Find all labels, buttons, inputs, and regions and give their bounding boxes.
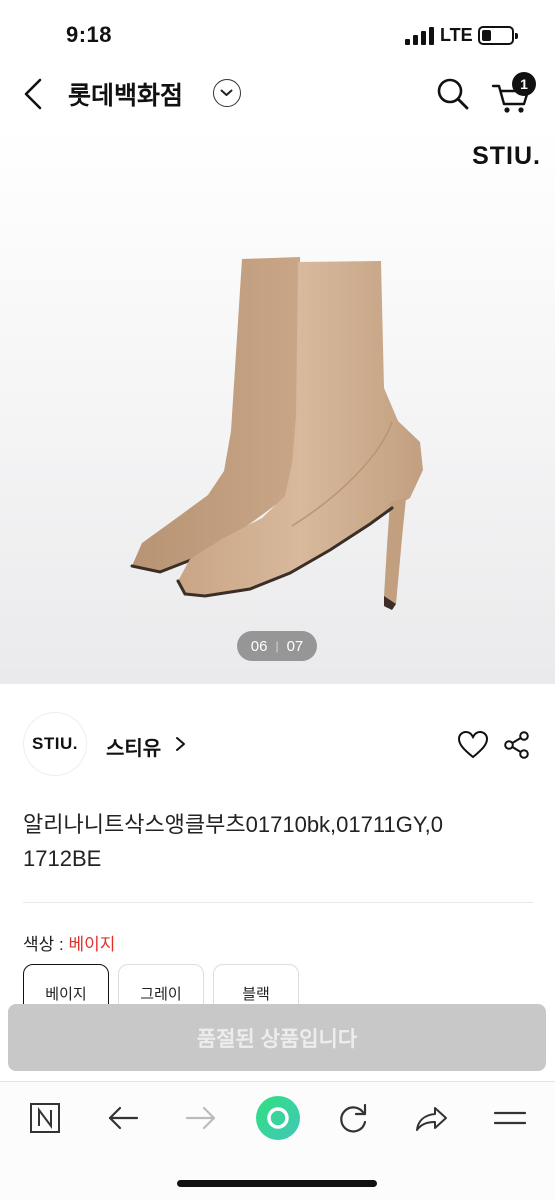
share-icon	[504, 731, 529, 759]
chevron-left-icon	[24, 78, 42, 110]
divider	[23, 902, 533, 903]
like-button[interactable]	[456, 729, 490, 761]
n-icon	[30, 1103, 60, 1133]
soldout-button[interactable]: 품절된 상품입니다	[8, 1004, 546, 1071]
arrow-left-icon	[108, 1106, 139, 1130]
n-button[interactable]	[23, 1096, 67, 1140]
store-dropdown-button[interactable]	[213, 79, 241, 107]
menu-button[interactable]	[488, 1096, 532, 1140]
refresh-button[interactable]	[331, 1096, 375, 1140]
product-title: 알리나니트삭스앵클부츠01710bk,01711GY,01712BE	[23, 812, 444, 871]
option-label-text: 색상 :	[23, 935, 69, 954]
back-button[interactable]	[18, 74, 50, 114]
share-button[interactable]	[503, 730, 531, 760]
heart-icon	[457, 730, 489, 759]
store-title[interactable]: 롯데백화점	[68, 76, 183, 112]
forward-nav-button[interactable]	[179, 1096, 223, 1140]
image-pager: 06 | 07	[237, 631, 317, 661]
brand-logo[interactable]: STIU.	[23, 712, 87, 776]
status-time: 9:18	[66, 22, 113, 47]
option-selected-value: 베이지	[68, 935, 116, 954]
battery-icon	[478, 26, 518, 45]
refresh-icon	[340, 1103, 367, 1133]
status-bar: 9:18 LTE	[0, 0, 555, 66]
search-icon	[437, 78, 469, 110]
signal-icon	[405, 27, 435, 45]
chevron-right-icon[interactable]	[174, 734, 188, 754]
pager-current: 06	[250, 637, 268, 655]
share-arrow-icon	[416, 1107, 447, 1131]
cart-button[interactable]: 1	[490, 72, 536, 116]
share-page-button[interactable]	[409, 1096, 453, 1140]
brand-name-link[interactable]: 스티유	[106, 732, 161, 761]
nav-bar: 롯데백화점 1	[0, 66, 555, 124]
hero-brand-mark: STIU.	[472, 142, 541, 170]
arrow-right-icon	[185, 1106, 216, 1130]
product-boots-image	[130, 257, 423, 610]
menu-icon	[493, 1111, 527, 1125]
pager-total: 07	[286, 637, 304, 655]
option-label: 색상 : 베이지	[23, 930, 115, 955]
network-label: LTE	[440, 25, 473, 45]
chevron-down-icon	[220, 89, 233, 96]
home-indicator	[177, 1180, 377, 1187]
pager-separator: |	[275, 639, 279, 653]
product-image-carousel[interactable]: STIU. 06 | 07	[0, 126, 555, 684]
back-nav-button[interactable]	[101, 1096, 145, 1140]
home-button[interactable]	[254, 1094, 302, 1142]
home-dot-icon	[256, 1096, 300, 1140]
cart-count-badge: 1	[512, 72, 536, 96]
brand-row: STIU. 스티유	[0, 712, 555, 776]
search-button[interactable]	[434, 74, 472, 114]
